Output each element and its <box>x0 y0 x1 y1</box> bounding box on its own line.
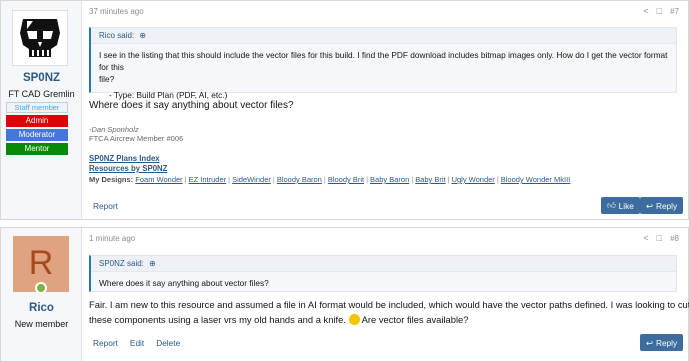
post-7: SP0NZ FT CAD Gremlin Staff member Admin … <box>0 0 689 220</box>
share-icon[interactable]: < <box>643 233 648 243</box>
design-link[interactable]: EZ Intruder <box>189 175 227 184</box>
post-body: Fair. I am new to this resource and assu… <box>89 299 689 325</box>
quote-author[interactable]: SP0NZ said: <box>99 259 144 268</box>
resources-link[interactable]: Resources by SP0NZ <box>89 164 167 173</box>
quote-line: file? <box>99 74 115 84</box>
post-number[interactable]: #8 <box>670 234 679 243</box>
report-link[interactable]: Report <box>93 338 118 348</box>
quote-block: Rico said: ⊕ I see in the listing that t… <box>89 27 677 100</box>
moderator-banner: Moderator <box>6 129 68 141</box>
quote-block: SP0NZ said: ⊕ Where does it say anything… <box>89 255 677 292</box>
message-column: 37 minutes ago < □ #7 Rico said: ⊕ I see… <box>82 1 688 219</box>
quote-toggle-icon[interactable]: ⊕ <box>139 31 146 40</box>
thumbs-up-icon: 👍︎ <box>607 200 616 210</box>
username[interactable]: Rico <box>1 302 82 314</box>
post-tools: < □ #7 <box>643 6 679 16</box>
quote-toggle-icon[interactable]: ⊕ <box>149 259 156 268</box>
design-link[interactable]: SideWinder <box>232 175 271 184</box>
bookmark-icon[interactable]: □ <box>657 233 662 243</box>
signature-member: FTCA Aircrew Member #006 <box>89 134 184 143</box>
post-actions: Report <box>93 201 118 211</box>
username[interactable]: SP0NZ <box>1 72 82 84</box>
online-status-icon <box>35 282 47 294</box>
quote-line: Where does it say anything about vector … <box>99 278 269 288</box>
post-number[interactable]: #7 <box>670 7 679 16</box>
like-button[interactable]: 👍︎ Like <box>601 197 640 214</box>
quote-author[interactable]: Rico said: <box>99 31 134 40</box>
admin-banner: Admin <box>6 115 68 127</box>
post-actions: Report Edit Delete <box>93 338 180 348</box>
smile-emoji-icon <box>348 314 360 325</box>
user-title: FT CAD Gremlin <box>8 89 75 99</box>
staff-badge: Staff member <box>6 102 68 113</box>
design-link[interactable]: Bloody Wonder MkIII <box>501 175 570 184</box>
signature-name: -Dan Sponholz <box>89 125 139 134</box>
post-8: R Rico New member 1 minute ago < □ #8 SP… <box>0 227 689 361</box>
skull-avatar-icon <box>20 19 60 57</box>
design-link[interactable]: Ugly Wonder <box>452 175 495 184</box>
mentor-banner: Mentor <box>6 143 68 155</box>
design-link[interactable]: Baby Baron <box>370 175 409 184</box>
avatar[interactable] <box>12 10 68 66</box>
report-link[interactable]: Report <box>93 201 118 211</box>
user-column: SP0NZ FT CAD Gremlin Staff member Admin … <box>1 1 82 219</box>
designs-label: My Designs: <box>89 175 134 184</box>
design-link[interactable]: Baby Brit <box>415 175 445 184</box>
design-link[interactable]: Bloody Baron <box>277 175 322 184</box>
message-column: 1 minute ago < □ #8 SP0NZ said: ⊕ Where … <box>82 228 689 361</box>
user-column: R Rico New member <box>1 228 82 361</box>
post-time[interactable]: 37 minutes ago <box>89 7 144 16</box>
reply-button[interactable]: ↩ Reply <box>640 334 684 351</box>
user-title: New member <box>14 319 69 329</box>
plans-index-link[interactable]: SP0NZ Plans Index <box>89 154 160 163</box>
post-tools: < □ #8 <box>643 233 679 243</box>
delete-link[interactable]: Delete <box>156 338 180 348</box>
designs-list: My Designs: Foam Wonder | EZ Intruder | Side… <box>89 175 571 184</box>
design-link[interactable]: Bloody Brit <box>328 175 364 184</box>
reply-button[interactable]: ↩ Reply <box>640 197 684 214</box>
bookmark-icon[interactable]: □ <box>657 6 662 16</box>
post-body: Where does it say anything about vector … <box>89 100 294 111</box>
post-time[interactable]: 1 minute ago <box>89 234 135 243</box>
reply-icon: ↩ <box>646 200 653 211</box>
quote-line: I see in the listing that this should in… <box>99 50 668 72</box>
design-link[interactable]: Foam Wonder <box>135 175 182 184</box>
share-icon[interactable]: < <box>643 6 648 16</box>
reply-icon: ↩ <box>646 337 653 348</box>
edit-link[interactable]: Edit <box>130 338 144 348</box>
